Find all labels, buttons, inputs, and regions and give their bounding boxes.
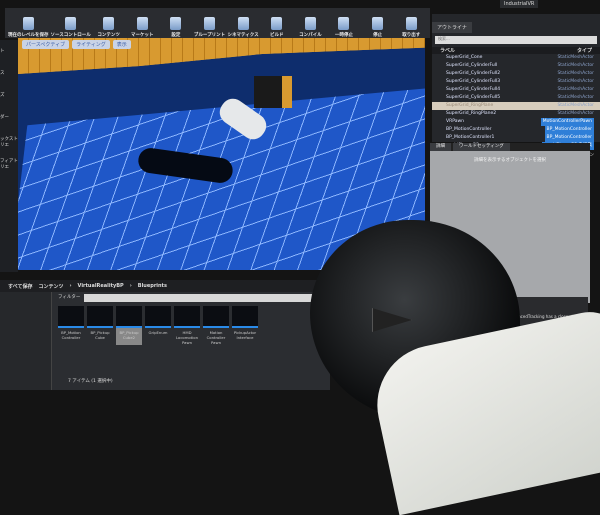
asset-tile[interactable]: Motion Controller Pawn bbox=[203, 306, 229, 345]
blueprint-icon bbox=[203, 17, 215, 30]
left-panel: ト ス ズ ダー ックストリエ フィアトリエ bbox=[0, 40, 18, 272]
folder-tree[interactable] bbox=[0, 292, 52, 390]
toolbar-eject[interactable]: 取り出す bbox=[395, 17, 427, 38]
outliner-panel: アウトライナ 検索... ラベル タイプ SuperGrid_Cone Static… bbox=[432, 14, 600, 158]
outliner-row[interactable]: SuperGrid_CylinderFull3 StaticMeshActor bbox=[432, 78, 600, 86]
eject-icon bbox=[405, 17, 417, 30]
outliner-row[interactable]: BP_MotionController BP_MotionController bbox=[432, 126, 600, 134]
outliner-row[interactable]: SuperGrid_CylinderFull2 StaticMeshActor bbox=[432, 70, 600, 78]
viewport-toolbar: パースペクティブ ライティング 表示 bbox=[22, 40, 131, 49]
asset-tile[interactable]: HMD Locomotion Pawn bbox=[174, 306, 200, 345]
pause-icon bbox=[338, 17, 350, 30]
cube-mesh bbox=[254, 76, 292, 108]
asset-tile[interactable]: PickupActor Interface bbox=[232, 306, 258, 345]
perspective-button[interactable]: パースペクティブ bbox=[22, 40, 70, 49]
left-item[interactable]: ト bbox=[0, 40, 18, 62]
filter-button[interactable]: フィルター bbox=[58, 294, 80, 302]
toolbar-save-level[interactable]: 現在のレベルを保存 bbox=[8, 17, 49, 38]
main-toolbar: 現在のレベルを保存 ソースコントロール コンテンツ マーケット 設定 ブループリ… bbox=[5, 8, 430, 38]
toolbar-cinematics[interactable]: シネマティクス bbox=[227, 17, 259, 38]
left-item[interactable]: ス bbox=[0, 62, 18, 84]
asset-tile[interactable]: BP_Pickup Cube bbox=[87, 306, 113, 345]
asset-thumbnail bbox=[203, 306, 229, 328]
outliner-row[interactable]: SuperGrid_CylinderFull StaticMeshActor bbox=[432, 62, 600, 70]
tab-outliner[interactable]: アウトライナ bbox=[432, 22, 472, 33]
toolbar-source-control[interactable]: ソースコントロール bbox=[51, 17, 91, 38]
save-icon bbox=[22, 17, 34, 30]
outliner-row[interactable]: SuperGrid_CylinderFull5 StaticMeshActor bbox=[432, 94, 600, 102]
left-item[interactable]: ズ bbox=[0, 84, 18, 106]
save-all-button[interactable]: すべて保存 bbox=[8, 283, 32, 290]
asset-tile[interactable]: GripEnum bbox=[145, 306, 171, 345]
content-breadcrumb: すべて保存 コンテンツ › VirtualRealityBP › Blueprint… bbox=[0, 280, 330, 292]
details-hint: 詳細を表示するオブジェクトを選択 bbox=[474, 158, 546, 163]
toolbar-blueprint[interactable]: ブループリント bbox=[194, 17, 226, 38]
content-browser: すべて保存 コンテンツ › VirtualRealityBP › Blueprint… bbox=[0, 280, 330, 390]
content-icon bbox=[103, 17, 115, 30]
market-icon bbox=[136, 17, 148, 30]
asset-thumbnail bbox=[116, 306, 142, 328]
toolbar-market[interactable]: マーケット bbox=[126, 17, 158, 38]
left-item[interactable]: フィアトリエ bbox=[0, 150, 18, 172]
show-button[interactable]: 表示 bbox=[112, 40, 131, 49]
left-item[interactable]: ダー bbox=[0, 106, 18, 128]
toolbar-pause[interactable]: 一時停止 bbox=[328, 17, 360, 38]
item-count: 7 アイテム (1 選択中) bbox=[68, 379, 113, 384]
project-badge: IndustrialVR bbox=[500, 0, 539, 8]
lighting-button[interactable]: ライティング bbox=[72, 40, 110, 49]
source-control-icon bbox=[65, 17, 77, 30]
tab-details[interactable]: 詳細 bbox=[430, 143, 451, 151]
outliner-row[interactable]: SuperGrid_RingPlane2 StaticMeshActor bbox=[432, 110, 600, 118]
left-item[interactable]: ックストリエ bbox=[0, 128, 18, 150]
asset-tile[interactable]: BP_Motion Controller bbox=[58, 306, 84, 345]
outliner-row[interactable]: SuperGrid_Cone StaticMeshActor bbox=[432, 54, 600, 62]
outliner-row[interactable]: SuperGrid_RingPlane StaticMeshActor bbox=[432, 102, 600, 110]
tab-world-settings[interactable]: ワールドセッティング bbox=[453, 143, 510, 151]
asset-thumbnail bbox=[58, 306, 84, 328]
outliner-header: ラベル タイプ bbox=[432, 47, 600, 54]
outliner-row[interactable]: VRPawn MotionControllerPawn bbox=[432, 118, 600, 126]
toolbar-settings[interactable]: 設定 bbox=[160, 17, 192, 38]
compile-icon bbox=[304, 17, 316, 30]
asset-tile[interactable]: BP_Pickup Cube2 bbox=[116, 306, 142, 345]
toolbar-content[interactable]: コンテンツ bbox=[93, 17, 125, 38]
asset-thumbnail bbox=[145, 306, 171, 328]
stop-icon bbox=[372, 17, 384, 30]
toolbar-compile[interactable]: コンパイル bbox=[295, 17, 327, 38]
content-search-input[interactable] bbox=[84, 294, 330, 302]
asset-thumbnail bbox=[87, 306, 113, 328]
toolbar-stop[interactable]: 停止 bbox=[362, 17, 394, 38]
clapper-icon bbox=[237, 17, 249, 30]
outliner-row[interactable]: BP_MotionController1 BP_MotionController bbox=[432, 134, 600, 142]
outliner-search-input[interactable]: 検索... bbox=[435, 36, 597, 44]
build-icon bbox=[271, 17, 283, 30]
outliner-row[interactable]: SuperGrid_CylinderFull4 StaticMeshActor bbox=[432, 86, 600, 94]
toolbar-build[interactable]: ビルド bbox=[261, 17, 293, 38]
gear-icon bbox=[170, 17, 182, 30]
asset-thumbnail bbox=[232, 306, 258, 328]
asset-thumbnail bbox=[174, 306, 200, 328]
